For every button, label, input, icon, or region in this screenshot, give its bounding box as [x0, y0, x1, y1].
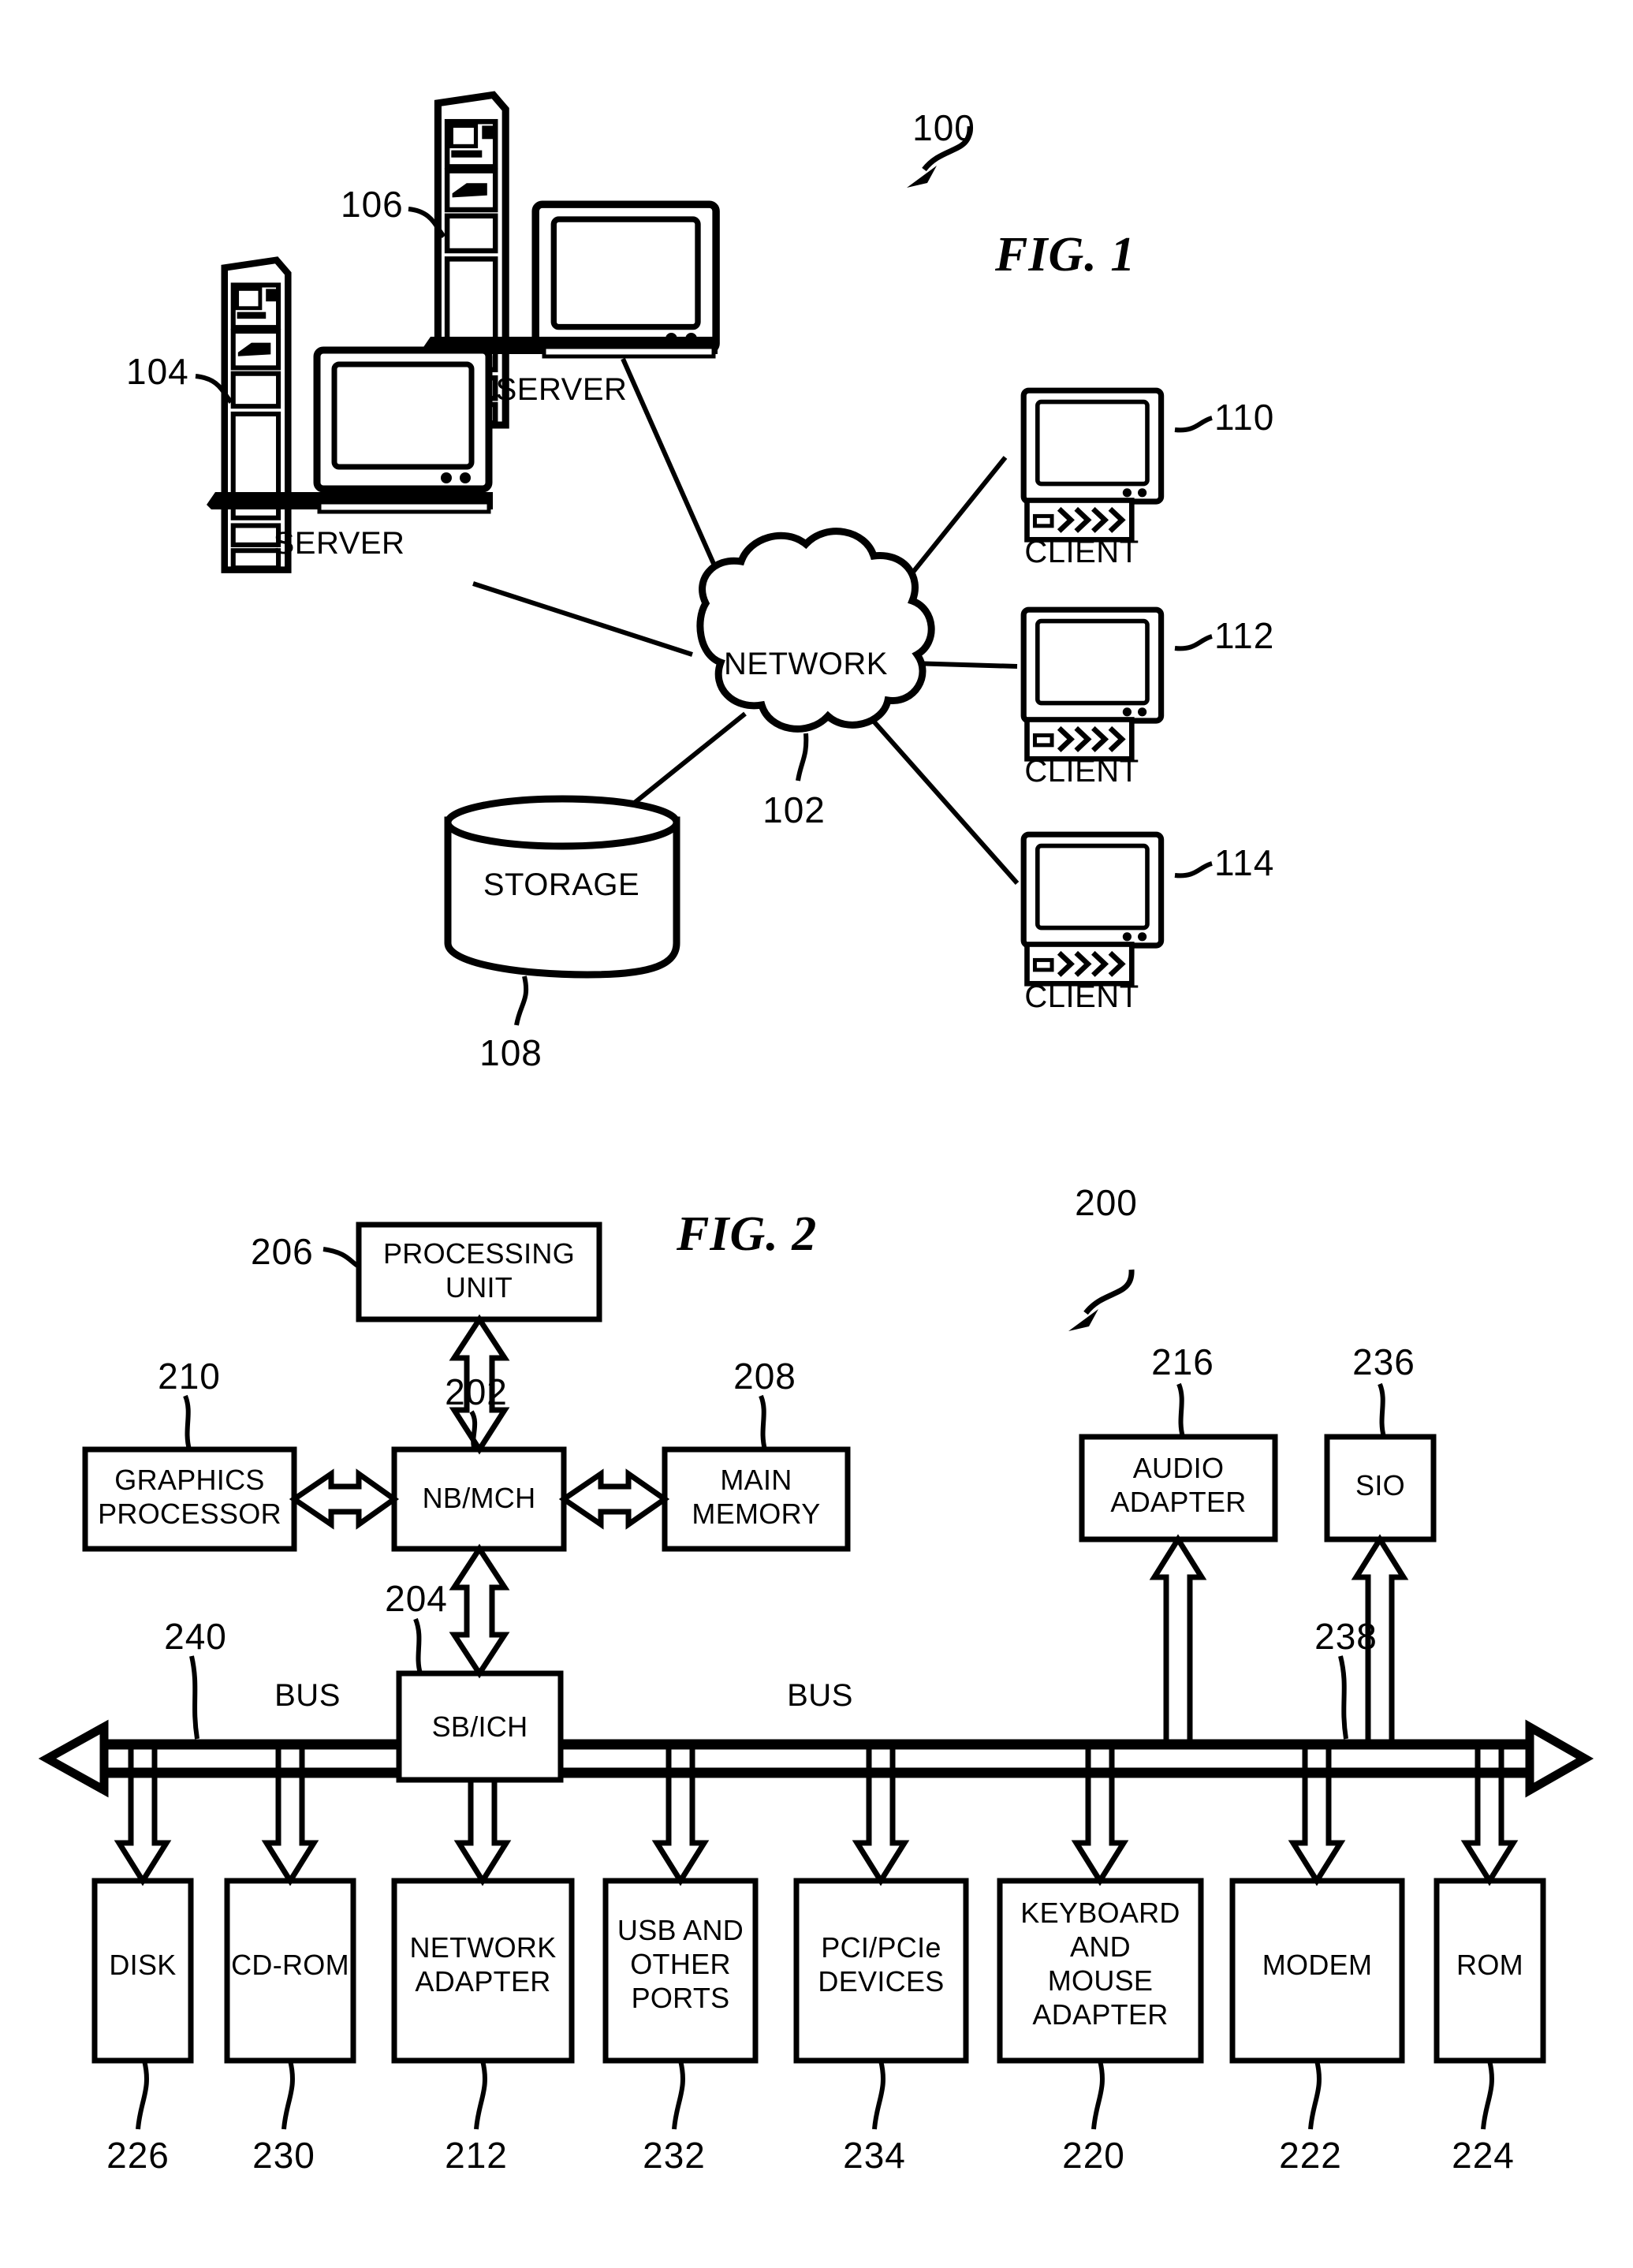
lead-line-114 — [1174, 861, 1213, 878]
box-network-adapter[interactable]: NETWORK ADAPTER — [394, 1930, 572, 1998]
ref-108: 108 — [479, 1032, 542, 1073]
network-label: NETWORK — [724, 647, 888, 681]
ref-220: 220 — [1062, 2135, 1125, 2176]
ref-230: 230 — [252, 2135, 315, 2176]
lead-line-200 — [1068, 1269, 1135, 1331]
ref-212: 212 — [445, 2135, 508, 2176]
ref-110: 110 — [1214, 397, 1275, 438]
ref-114: 114 — [1214, 842, 1275, 883]
bus-label-left: BUS — [274, 1678, 341, 1713]
client-114-label: CLIENT — [1024, 979, 1139, 1014]
lead-line-112 — [1174, 634, 1213, 651]
box-keyboard-mouse-adapter[interactable]: KEYBOARD AND MOUSE ADAPTER — [1000, 1896, 1201, 2031]
box-usb-ports[interactable]: USB AND OTHER PORTS — [606, 1913, 755, 2015]
box-nb-mch[interactable]: NB/MCH — [394, 1481, 564, 1515]
figure-vector-layer — [38, 0, 1594, 2130]
server-104-monitor — [317, 350, 489, 489]
ref-102: 102 — [762, 789, 826, 830]
box-graphics-processor[interactable]: GRAPHICS PROCESSOR — [85, 1463, 294, 1531]
box-cdrom[interactable]: CD-ROM — [227, 1948, 353, 1982]
box-pci-devices[interactable]: PCI/PCIe DEVICES — [796, 1930, 966, 1998]
ref-234: 234 — [843, 2135, 906, 2176]
box-modem[interactable]: MODEM — [1232, 1948, 1402, 1982]
client-110-keyboard — [1027, 500, 1132, 539]
box-sb-ich[interactable]: SB/ICH — [399, 1710, 561, 1744]
client-112-monitor — [1023, 610, 1161, 721]
box-disk[interactable]: DISK — [95, 1948, 191, 1982]
server-106-label: SERVER — [495, 372, 628, 407]
ref-238: 238 — [1314, 1616, 1378, 1657]
ref-200: 200 — [1075, 1182, 1138, 1223]
ref-202: 202 — [445, 1371, 508, 1412]
box-sio[interactable]: SIO — [1327, 1468, 1434, 1502]
ref-208: 208 — [733, 1356, 796, 1397]
box-processing-unit[interactable]: PROCESSING UNIT — [359, 1237, 599, 1304]
box-rom[interactable]: ROM — [1437, 1948, 1543, 1982]
server-104-label: SERVER — [273, 526, 405, 561]
server-106-monitor — [535, 204, 716, 350]
client-112-label: CLIENT — [1024, 754, 1139, 789]
server-104-stand — [317, 500, 491, 514]
ref-210: 210 — [158, 1356, 221, 1397]
lead-line-108 — [514, 975, 529, 1026]
storage-label: STORAGE — [483, 867, 640, 902]
client-110-label: CLIENT — [1024, 535, 1139, 569]
client-112-keyboard — [1027, 719, 1132, 759]
client-114-monitor — [1023, 834, 1161, 946]
ref-236: 236 — [1352, 1341, 1415, 1382]
ref-224: 224 — [1452, 2135, 1515, 2176]
server-104-tower — [225, 260, 289, 570]
bus-label-right: BUS — [787, 1678, 853, 1713]
patent-drawing-sheet: FIG. 1 100 106 SERVER 104 SERVER NETWORK… — [0, 0, 1633, 2268]
ref-104: 104 — [126, 351, 189, 392]
client-110-monitor — [1023, 390, 1161, 502]
lead-line-102 — [796, 733, 809, 781]
ref-216: 216 — [1151, 1341, 1214, 1382]
ref-222: 222 — [1279, 2135, 1342, 2176]
ref-100: 100 — [912, 107, 975, 148]
box-main-memory[interactable]: MAIN MEMORY — [665, 1463, 848, 1531]
network-cloud — [696, 528, 935, 733]
ref-206: 206 — [251, 1231, 314, 1272]
fig2-arrow-connectors — [114, 1314, 1519, 1886]
client-114-keyboard — [1027, 944, 1132, 983]
ref-226: 226 — [106, 2135, 170, 2176]
ref-106: 106 — [341, 184, 404, 225]
server-106-stand — [542, 345, 716, 359]
lead-line-110 — [1174, 416, 1213, 433]
box-audio-adapter[interactable]: AUDIO ADAPTER — [1082, 1451, 1275, 1519]
ref-204: 204 — [385, 1578, 448, 1619]
ref-112: 112 — [1214, 615, 1275, 656]
ref-232: 232 — [643, 2135, 706, 2176]
figure-2-title: FIG. 2 — [677, 1207, 818, 1261]
figure-1-title: FIG. 1 — [995, 228, 1136, 282]
ref-240: 240 — [164, 1616, 227, 1657]
